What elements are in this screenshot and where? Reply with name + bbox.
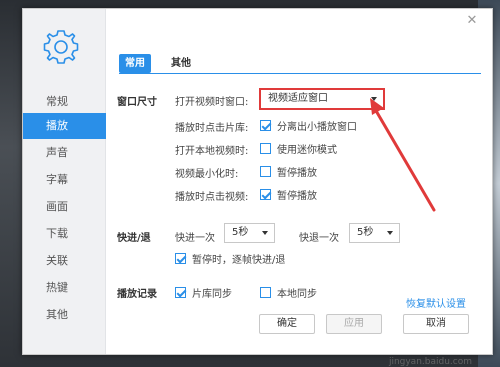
sidebar-item-association[interactable]: 关联 (23, 248, 106, 274)
backward-label: 快退一次 (299, 233, 339, 244)
sidebar-item-subtitles[interactable]: 字幕 (23, 167, 106, 193)
click-video-label: 播放时点击视频: (175, 192, 249, 203)
chevron-down-icon (387, 231, 393, 235)
local-sync-label: 本地同步 (277, 289, 317, 300)
section-seek: 快进/退 (117, 233, 151, 244)
local-sync-option[interactable]: 本地同步 (260, 285, 317, 300)
settings-sidebar: 常规 播放 声音 字幕 画面 下载 关联 热键 其他 (23, 9, 106, 354)
library-sync-option[interactable]: 片库同步 (175, 285, 232, 300)
backward-select[interactable]: 5秒 (349, 223, 400, 243)
local-video-checkbox[interactable] (260, 143, 271, 154)
library-click-option-label: 分离出小播放窗口 (277, 122, 357, 133)
sidebar-item-playback[interactable]: 播放 (23, 113, 106, 139)
sidebar-item-hotkeys[interactable]: 热键 (23, 275, 106, 301)
cancel-button[interactable]: 取消 (403, 314, 469, 334)
sidebar-item-other[interactable]: 其他 (23, 302, 106, 328)
library-sync-label: 片库同步 (192, 289, 232, 300)
open-video-label: 打开视频时窗口: (175, 97, 249, 108)
minimize-label: 视频最小化时: (175, 169, 239, 180)
local-sync-checkbox[interactable] (260, 287, 271, 298)
library-click-label: 播放时点击片库: (175, 123, 249, 134)
local-video-option[interactable]: 使用迷你模式 (260, 141, 337, 156)
ok-button[interactable]: 确定 (259, 314, 315, 334)
chevron-down-icon (262, 231, 268, 235)
minimize-checkbox[interactable] (260, 166, 271, 177)
tab-other[interactable]: 其他 (165, 54, 197, 73)
section-history: 播放记录 (117, 289, 157, 300)
apply-button[interactable]: 应用 (326, 314, 382, 334)
tab-common[interactable]: 常用 (119, 54, 151, 73)
pause-frame-option[interactable]: 暂停时，逐帧快进/退 (175, 251, 285, 266)
settings-dialog: 常规 播放 声音 字幕 画面 下载 关联 热键 其他 ✕ 常用 其他 窗口尺寸 … (22, 8, 493, 355)
click-video-option[interactable]: 暂停播放 (260, 187, 317, 202)
close-icon[interactable]: ✕ (466, 14, 478, 27)
backward-value: 5秒 (357, 227, 374, 238)
local-video-label: 打开本地视频时: (175, 146, 249, 157)
tab-underline (119, 73, 481, 74)
open-video-value: 视频适应窗口 (268, 93, 328, 104)
library-sync-checkbox[interactable] (175, 287, 186, 298)
sidebar-item-download[interactable]: 下载 (23, 221, 106, 247)
restore-defaults-link[interactable]: 恢复默认设置 (406, 295, 466, 310)
library-click-checkbox[interactable] (260, 120, 271, 131)
sidebar-item-general[interactable]: 常规 (23, 89, 106, 115)
section-window-size: 窗口尺寸 (117, 97, 157, 108)
minimize-option-label: 暂停播放 (277, 168, 317, 179)
forward-select[interactable]: 5秒 (224, 223, 275, 243)
pause-frame-option-label: 暂停时，逐帧快进/退 (192, 255, 286, 266)
click-video-option-label: 暂停播放 (277, 191, 317, 202)
gear-icon (43, 30, 79, 64)
chevron-down-icon (371, 97, 377, 101)
library-click-option[interactable]: 分离出小播放窗口 (260, 118, 357, 133)
pause-frame-checkbox[interactable] (175, 253, 186, 264)
sidebar-item-picture[interactable]: 画面 (23, 194, 106, 220)
forward-label: 快进一次 (175, 233, 215, 244)
local-video-option-label: 使用迷你模式 (277, 145, 337, 156)
sidebar-item-sound[interactable]: 声音 (23, 140, 106, 166)
watermark: jingyan.baidu.com (388, 357, 472, 367)
open-video-select[interactable]: 视频适应窗口 (259, 88, 385, 110)
forward-value: 5秒 (232, 227, 249, 238)
minimize-option[interactable]: 暂停播放 (260, 164, 317, 179)
click-video-checkbox[interactable] (260, 189, 271, 200)
